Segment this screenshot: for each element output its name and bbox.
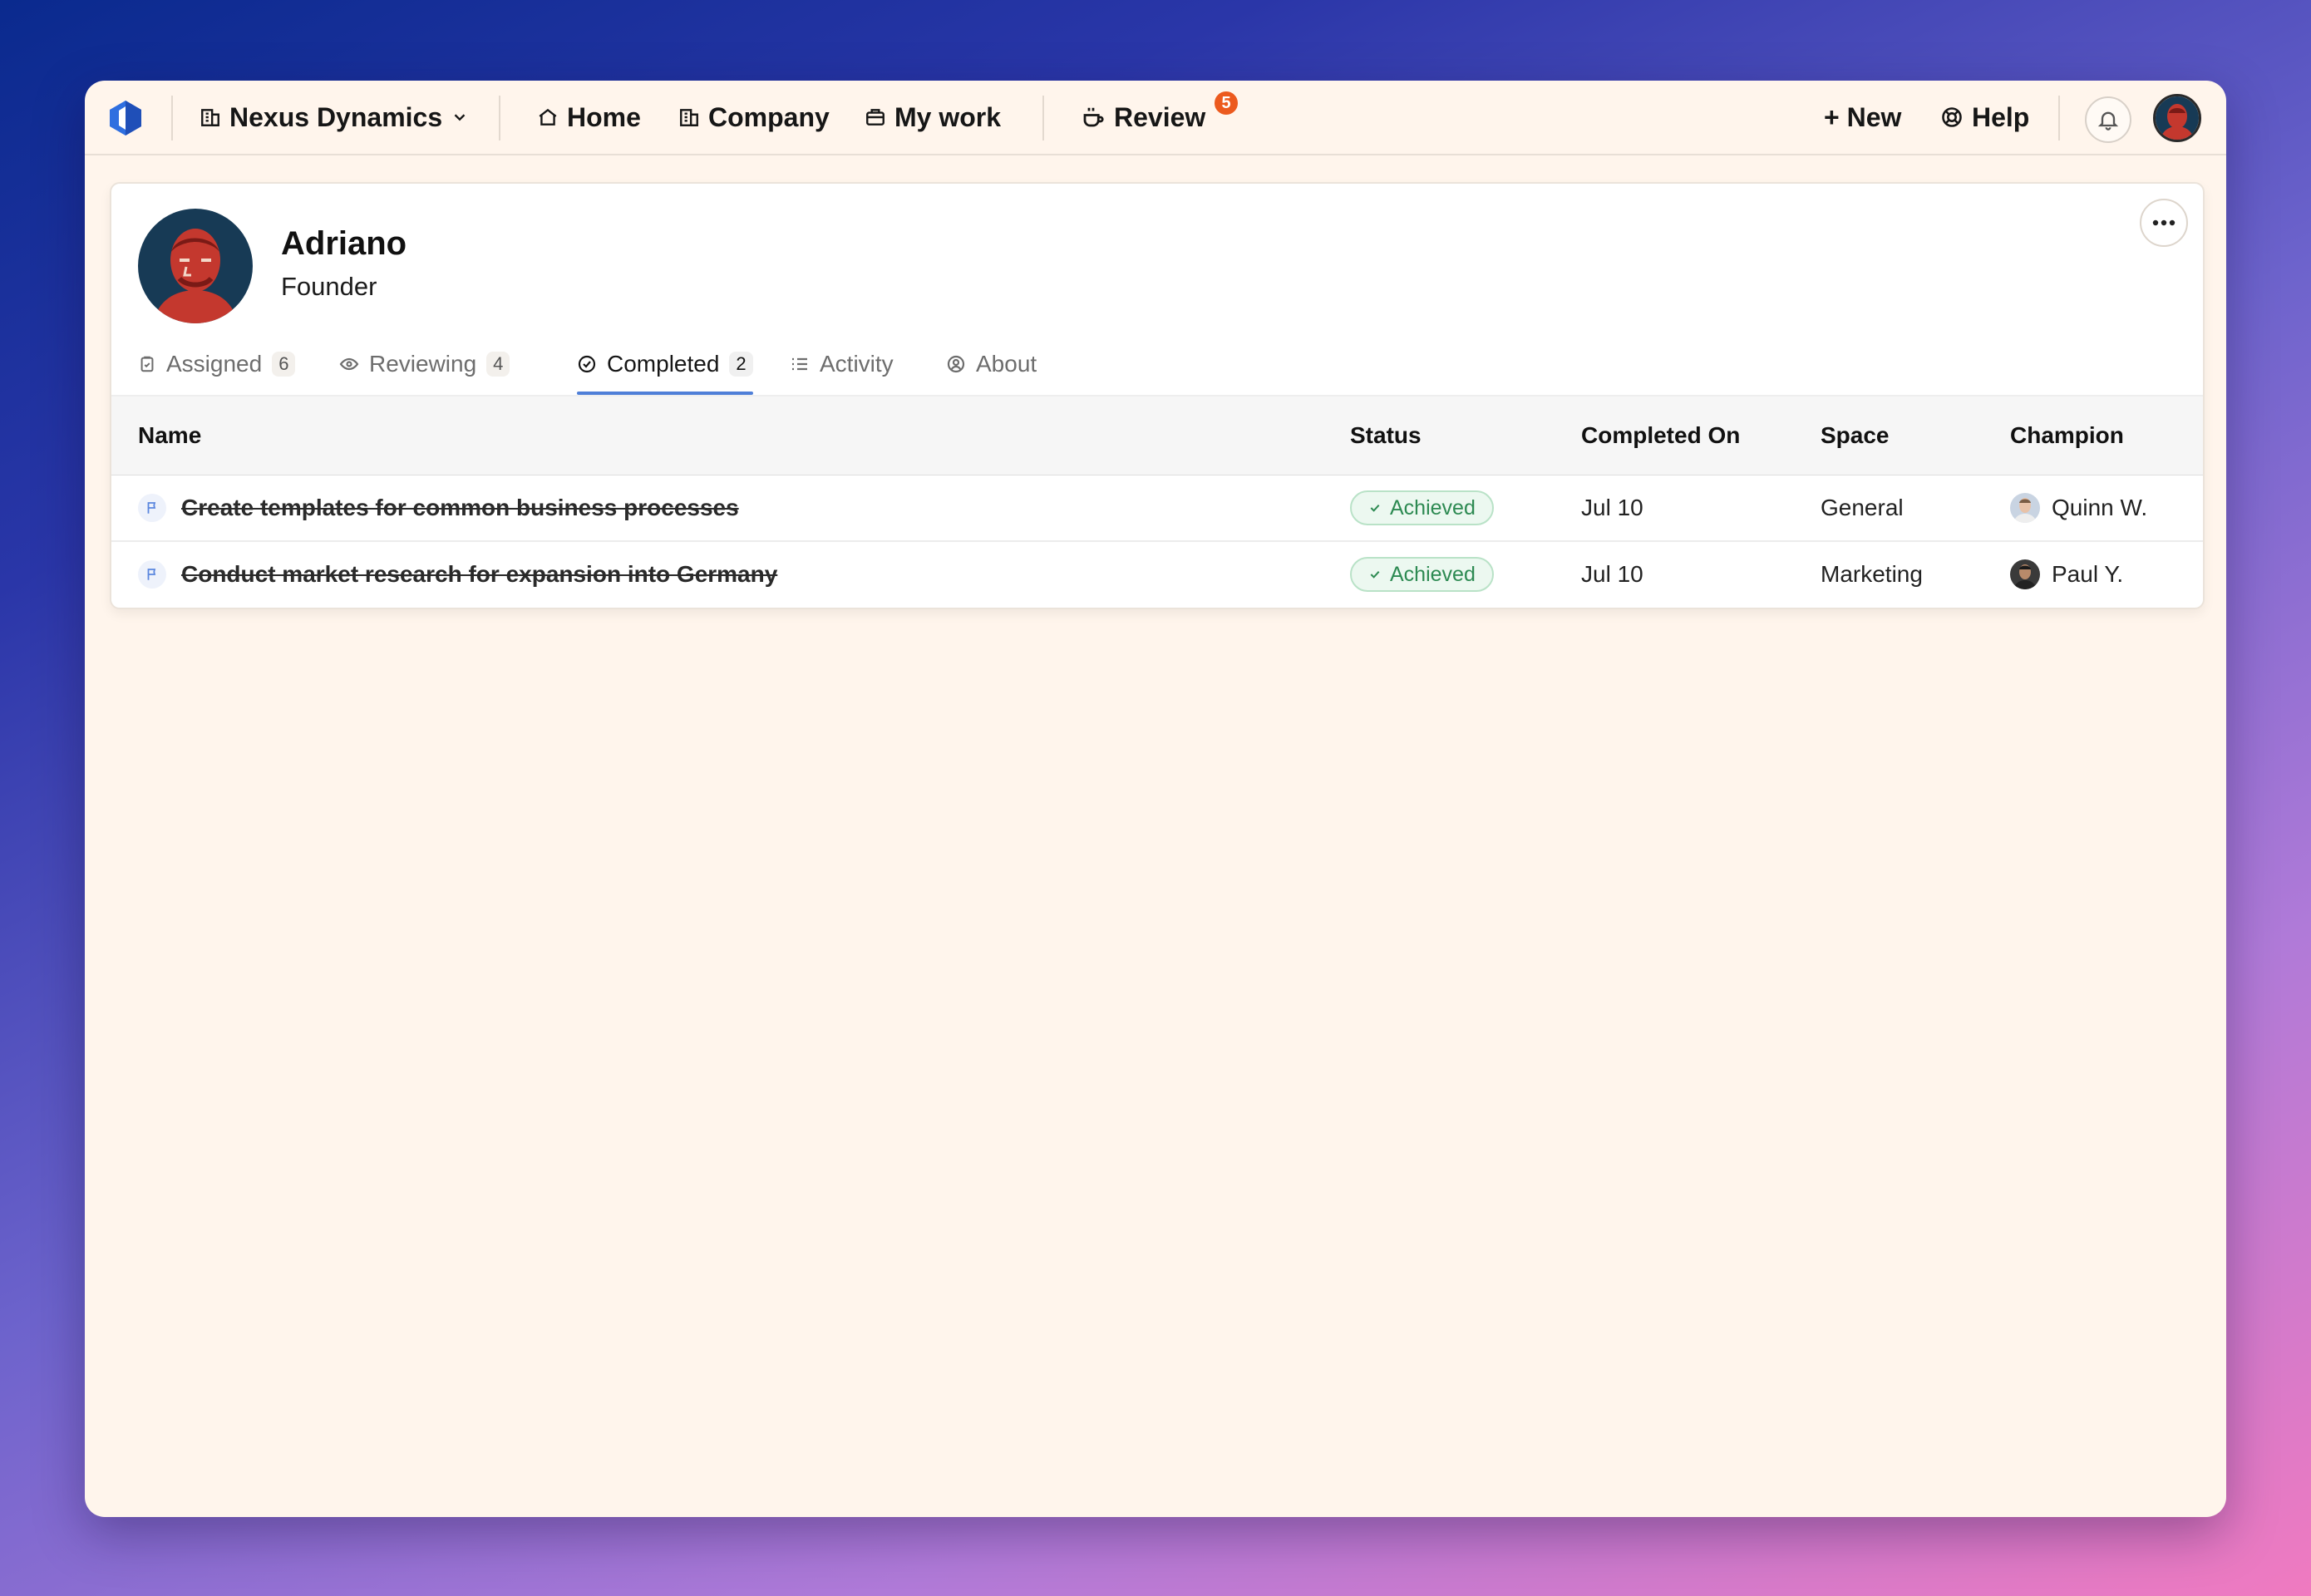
nav-home-label: Home	[567, 101, 641, 132]
tab-completed[interactable]: Completed 2	[577, 335, 753, 395]
new-button[interactable]: + New	[1824, 81, 1901, 154]
eye-icon	[339, 357, 359, 371]
champion-cell[interactable]: Quinn W.	[2010, 475, 2147, 540]
home-icon	[539, 108, 557, 126]
champion-name: Paul Y.	[2052, 561, 2124, 587]
lifebuoy-icon	[1942, 107, 1962, 127]
profile-avatar	[138, 209, 253, 323]
status-label: Achieved	[1390, 495, 1476, 520]
goal-icon	[138, 560, 166, 589]
tab-assigned-count: 6	[272, 352, 296, 377]
tab-assigned-label: Assigned	[166, 351, 263, 377]
status-badge: Achieved	[1350, 490, 1494, 525]
briefcase-icon	[866, 109, 884, 126]
workspace-switcher[interactable]: Nexus Dynamics	[200, 81, 469, 154]
status-label: Achieved	[1390, 562, 1476, 586]
check-icon	[1370, 504, 1380, 512]
goal-icon	[138, 494, 166, 522]
tab-activity-label: Activity	[820, 351, 894, 377]
completed-on-cell: Jul 10	[1581, 561, 1643, 587]
profile-tabs: Assigned 6 Reviewing 4 Completed 2 Activ…	[111, 335, 2203, 395]
bell-icon	[2097, 111, 2119, 131]
space-cell[interactable]: Marketing	[1821, 542, 1923, 607]
nav-company[interactable]: Company	[678, 81, 830, 154]
list-icon	[792, 357, 807, 371]
top-nav: Nexus Dynamics Home Company My work Revi…	[85, 81, 2226, 155]
nav-divider	[499, 96, 500, 140]
more-options-button[interactable]	[2140, 199, 2188, 247]
champion-name: Quinn W.	[2052, 495, 2148, 520]
tab-completed-label: Completed	[607, 351, 720, 377]
profile-title: Founder	[281, 272, 377, 301]
table-row[interactable]: Conduct market research for expansion in…	[111, 542, 2203, 607]
column-header-status[interactable]: Status	[1350, 397, 1422, 475]
tab-completed-count: 2	[729, 352, 753, 377]
new-button-label: + New	[1824, 101, 1902, 132]
user-circle-icon	[947, 355, 965, 373]
nav-review[interactable]: Review	[1081, 81, 1205, 154]
tab-reviewing[interactable]: Reviewing 4	[339, 335, 510, 393]
nav-home[interactable]: Home	[537, 81, 641, 154]
nav-my-work-label: My work	[894, 101, 1002, 132]
tab-assigned[interactable]: Assigned 6	[138, 335, 296, 393]
clipboard-icon	[140, 356, 154, 372]
workspace-name: Nexus Dynamics	[229, 101, 443, 132]
goal-name[interactable]: Conduct market research for expansion in…	[181, 561, 777, 588]
more-horizontal-icon	[2152, 219, 2175, 226]
help-button-label: Help	[1972, 101, 2030, 132]
champion-avatar	[2010, 559, 2040, 589]
check-circle-icon	[578, 355, 596, 373]
column-header-name[interactable]: Name	[138, 397, 201, 475]
nav-divider	[1042, 96, 1044, 140]
notifications-button[interactable]	[2085, 96, 2131, 143]
column-header-completed-on[interactable]: Completed On	[1581, 397, 1740, 475]
goal-name-cell[interactable]: Create templates for common business pro…	[138, 475, 739, 540]
table-header: Name Status Completed On Space Champion	[111, 395, 2203, 477]
status-badge: Achieved	[1350, 557, 1494, 592]
status-cell: Achieved	[1350, 475, 1494, 540]
table-row[interactable]: Create templates for common business pro…	[111, 475, 2203, 542]
column-header-champion[interactable]: Champion	[2010, 397, 2124, 475]
goal-name-cell[interactable]: Conduct market research for expansion in…	[138, 542, 777, 607]
space-cell[interactable]: General	[1821, 475, 1904, 540]
profile-name: Adriano	[281, 225, 407, 262]
building-icon	[201, 109, 219, 126]
tab-reviewing-label: Reviewing	[369, 351, 477, 377]
completed-on-cell: Jul 10	[1581, 495, 1643, 520]
tab-reviewing-count: 4	[486, 352, 510, 377]
chevron-down-icon	[454, 114, 466, 121]
tab-about-label: About	[976, 351, 1037, 377]
app-window: Nexus Dynamics Home Company My work Revi…	[85, 81, 2226, 1517]
goal-name[interactable]: Create templates for common business pro…	[181, 495, 739, 521]
app-logo-icon[interactable]	[106, 99, 145, 137]
tab-about[interactable]: About	[946, 335, 1037, 393]
help-button[interactable]: Help	[1940, 81, 2029, 154]
nav-my-work[interactable]: My work	[865, 81, 1001, 154]
status-cell: Achieved	[1350, 542, 1494, 607]
nav-divider	[2058, 96, 2060, 140]
coffee-icon	[1083, 107, 1104, 127]
nav-review-label: Review	[1114, 101, 1206, 132]
building-icon	[680, 109, 698, 126]
champion-avatar	[2010, 493, 2040, 523]
profile-card: Adriano Founder Assigned 6 Reviewing 4 C…	[110, 182, 2205, 609]
check-icon	[1370, 570, 1380, 579]
user-avatar[interactable]	[2153, 94, 2201, 142]
nav-divider	[171, 96, 173, 140]
champion-cell[interactable]: Paul Y.	[2010, 542, 2123, 607]
tab-activity[interactable]: Activity	[790, 335, 894, 393]
column-header-space[interactable]: Space	[1821, 397, 1890, 475]
review-count-badge: 5	[1212, 89, 1240, 117]
nav-company-label: Company	[708, 101, 830, 132]
